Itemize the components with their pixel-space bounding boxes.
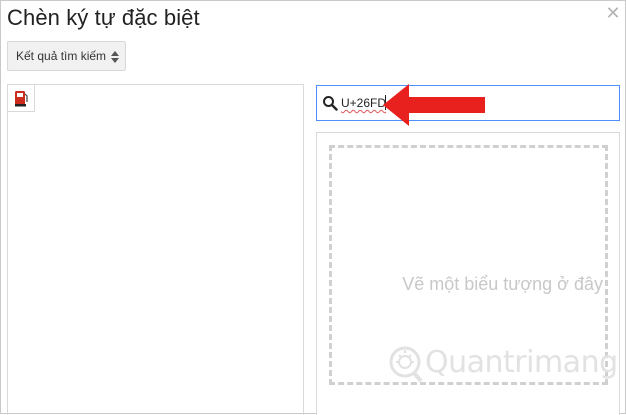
insert-special-characters-dialog: Chèn ký tự đặc biệt ✕ Kết quả tìm kiếm U…: [0, 0, 626, 415]
search-input-value: U+26FD: [341, 96, 387, 110]
updown-caret-icon: [111, 51, 119, 63]
category-select[interactable]: Kết quả tìm kiếm: [7, 41, 126, 71]
results-panel: [7, 84, 304, 415]
category-select-value: Kết quả tìm kiếm: [16, 49, 107, 63]
watermark-logo-icon: [389, 346, 423, 383]
red-arrow-annotation: [383, 84, 485, 126]
fuel-pump-icon: [15, 91, 28, 107]
result-item-fuel-pump[interactable]: [8, 85, 35, 112]
drawing-hint: Vẽ một biểu tượng ở đây: [402, 274, 603, 294]
search-icon: [323, 96, 338, 111]
watermark-text: Quantrimang: [425, 345, 618, 380]
watermark: Quantrimang: [385, 339, 618, 389]
dialog-title: Chèn ký tự đặc biệt: [7, 5, 200, 30]
close-icon[interactable]: ✕: [605, 4, 621, 22]
